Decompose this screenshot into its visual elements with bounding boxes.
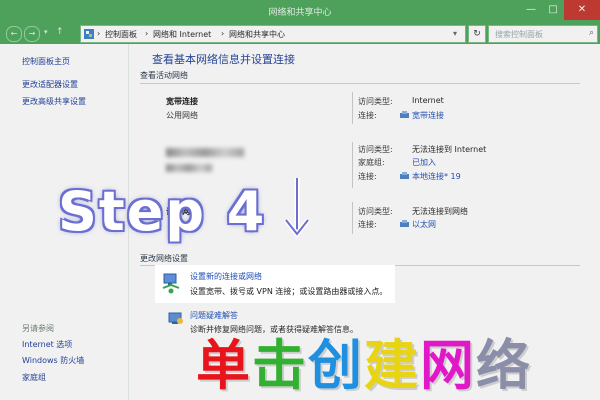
active-networks-heading: 查看活动网络 — [140, 71, 188, 80]
click-create-network-banner: 单击创建网络 — [196, 334, 532, 398]
vertical-divider — [352, 202, 353, 234]
search-icon[interactable]: ⌕ — [589, 28, 594, 38]
connection-broadband-link[interactable]: 宽带连接 — [412, 110, 444, 121]
minimize-button[interactable]: — — [520, 0, 542, 20]
access-type-value: 无法连接到 Internet — [412, 145, 487, 154]
window-title: 网络和共享中心 — [268, 8, 332, 18]
connection-ethernet-link[interactable]: 以太网 — [412, 219, 436, 230]
network-sharing-center-window: 网络和共享中心 — □ ✕ ← → ▾ ↑ › 控制面板 › 网络和 Inter… — [0, 0, 600, 400]
access-type-label: 访问类型: — [358, 207, 393, 216]
connection-label: 连接: — [358, 220, 377, 229]
homegroup-label: 家庭组: — [358, 158, 385, 167]
access-type-label: 访问类型: — [358, 145, 393, 154]
vertical-divider — [352, 142, 353, 188]
setup-new-connection-task[interactable]: 设置新的连接或网络 设置宽带、拨号或 VPN 连接；或设置路由器或接入点。 — [156, 266, 394, 302]
network-type-link[interactable]: 公用网络 — [166, 110, 198, 121]
breadcrumb-network-internet[interactable]: 网络和 Internet — [153, 29, 211, 40]
down-arrow-icon — [284, 178, 310, 238]
forward-button[interactable]: → — [24, 26, 40, 42]
setup-new-connection-link[interactable]: 设置新的连接或网络 — [190, 271, 262, 282]
ethernet-icon — [400, 220, 409, 227]
breadcrumb-control-panel[interactable]: 控制面板 — [105, 29, 137, 40]
title-bar: 网络和共享中心 — □ ✕ — [0, 0, 600, 22]
troubleshoot-task[interactable]: 问题疑难解答 诊断并修复网络问题，或者获得疑难解答信息。 — [166, 308, 466, 336]
sidebar-item-adapter-settings[interactable]: 更改适配器设置 — [22, 79, 78, 90]
see-also-heading: 另请参阅 — [22, 324, 54, 333]
breadcrumb-separator: › — [97, 29, 101, 38]
access-type-value: Internet — [412, 96, 444, 105]
cta-char: 网 — [420, 334, 474, 397]
cta-char: 络 — [476, 334, 530, 397]
chevron-down-icon[interactable]: ▾ — [453, 29, 457, 38]
network-setup-icon — [162, 273, 180, 294]
recent-pages-button[interactable]: ▾ — [44, 28, 48, 36]
page-title: 查看基本网络信息并设置连接 — [152, 53, 295, 66]
search-placeholder: 搜索控制面板 — [495, 30, 543, 39]
breadcrumb-separator: › — [145, 29, 149, 38]
troubleshoot-link[interactable]: 问题疑难解答 — [190, 310, 238, 321]
step-label: Step 4 — [58, 180, 267, 243]
connection-label: 连接: — [358, 111, 377, 120]
close-button[interactable]: ✕ — [564, 0, 600, 20]
network-name: 宽带连接 — [166, 97, 198, 106]
breadcrumb-network-sharing[interactable]: 网络和共享中心 — [229, 29, 285, 40]
cta-char: 创 — [308, 334, 362, 397]
cta-char: 建 — [364, 334, 418, 397]
setup-new-connection-description: 设置宽带、拨号或 VPN 连接；或设置路由器或接入点。 — [190, 287, 388, 296]
access-type-label: 访问类型: — [358, 97, 393, 106]
vertical-divider — [352, 92, 353, 124]
search-input[interactable]: 搜索控制面板 ⌕ — [488, 25, 598, 43]
up-button[interactable]: ↑ — [56, 27, 64, 37]
cta-char: 单 — [196, 334, 250, 397]
redacted-network-type — [166, 164, 212, 172]
section-divider — [140, 83, 580, 84]
network-adapter-icon — [400, 172, 409, 179]
breadcrumb-separator: › — [221, 29, 225, 38]
troubleshoot-icon — [168, 312, 183, 324]
control-panel-icon — [84, 29, 94, 39]
see-also-windows-firewall[interactable]: Windows 防火墙 — [22, 355, 84, 366]
sidebar-item-advanced-sharing[interactable]: 更改高级共享设置 — [22, 96, 86, 107]
access-type-value: 无法连接到网络 — [412, 207, 468, 216]
cta-char: 击 — [252, 334, 306, 397]
see-also-internet-options[interactable]: Internet 选项 — [22, 339, 72, 350]
back-button[interactable]: ← — [6, 26, 22, 42]
homegroup-joined-link[interactable]: 已加入 — [412, 157, 436, 168]
broadband-icon — [400, 111, 409, 118]
address-toolbar: ← → ▾ ↑ › 控制面板 › 网络和 Internet › 网络和共享中心 … — [0, 22, 600, 44]
refresh-button[interactable]: ↻ — [468, 25, 486, 43]
redacted-network-name — [166, 148, 244, 157]
maximize-button[interactable]: □ — [542, 0, 564, 20]
connection-label: 连接: — [358, 172, 377, 181]
change-settings-heading: 更改网络设置 — [140, 254, 188, 263]
see-also-homegroup[interactable]: 家庭组 — [22, 372, 46, 383]
sidebar-item-control-panel-home[interactable]: 控制面板主页 — [22, 56, 70, 67]
address-bar[interactable]: › 控制面板 › 网络和 Internet › 网络和共享中心 ▾ — [80, 25, 466, 43]
connection-local-link[interactable]: 本地连接* 19 — [412, 171, 461, 182]
